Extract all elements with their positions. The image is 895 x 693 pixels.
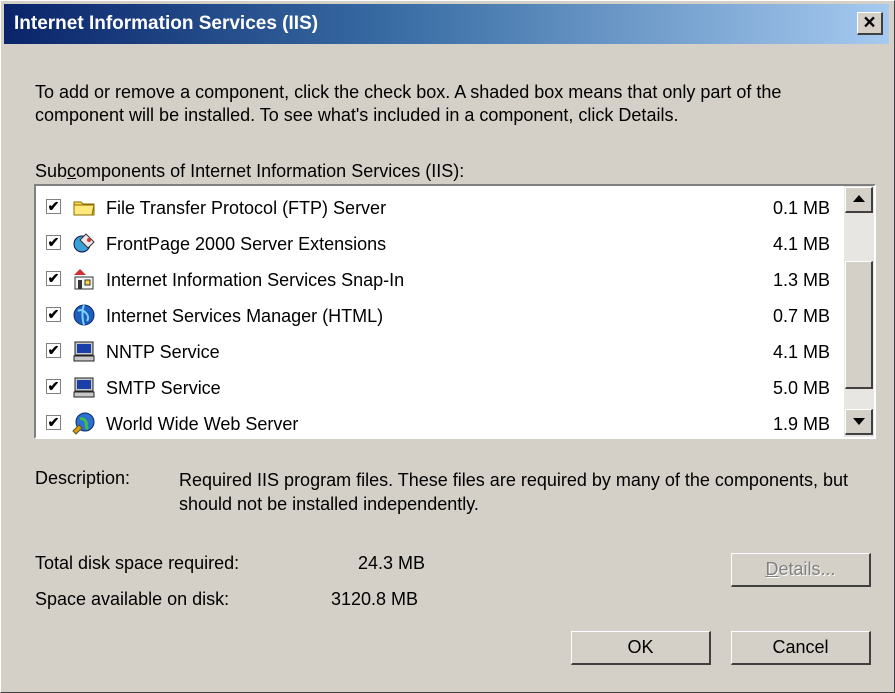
close-icon: × (863, 11, 876, 34)
total-disk-label: Total disk space required: (35, 553, 240, 573)
iis-dialog: Internet Information Services (IIS) × To… (0, 0, 895, 693)
title-bar[interactable]: Internet Information Services (IIS) × (4, 4, 889, 44)
component-checkbox[interactable]: ✔ (46, 379, 61, 394)
scroll-down-button[interactable] (845, 409, 873, 435)
component-label: FrontPage 2000 Server Extensions (106, 234, 387, 254)
frontpage-icon (72, 231, 96, 255)
snap-in-icon (72, 267, 96, 291)
close-button[interactable]: × (857, 11, 883, 35)
available-disk-value: 3120.8 MB (331, 589, 419, 609)
list-item[interactable]: ✔ World Wide Web Server 1.9 MB (36, 406, 844, 442)
component-checkbox[interactable]: ✔ (46, 307, 61, 322)
component-checkbox[interactable]: ✔ (46, 415, 61, 430)
list-item[interactable]: ✔ NNTP Service 4.1 MB (36, 334, 844, 370)
vertical-scrollbar[interactable] (844, 186, 874, 437)
globe-icon (72, 303, 96, 327)
list-item[interactable]: ✔ Internet Services Manager (HTML) 0.7 MB (36, 298, 844, 334)
arrow-down-icon (853, 418, 865, 425)
component-checkbox[interactable]: ✔ (46, 235, 61, 250)
component-label: Internet Information Services Snap-In (106, 270, 405, 290)
component-label: File Transfer Protocol (FTP) Server (106, 198, 387, 218)
total-disk-value: 24.3 MB (358, 553, 426, 573)
component-checkbox[interactable]: ✔ (46, 271, 61, 286)
component-label: NNTP Service (106, 342, 220, 362)
component-size: 4.1 MB (772, 342, 830, 362)
subcomponents-label: Subcomponents of Internet Information Se… (35, 161, 465, 181)
www-globe-icon (72, 411, 96, 435)
component-label: Internet Services Manager (HTML) (106, 306, 384, 326)
component-size: 4.1 MB (772, 234, 830, 254)
folder-icon (72, 195, 96, 219)
ok-button[interactable]: OK (571, 631, 711, 665)
scroll-thumb[interactable] (845, 261, 873, 389)
component-checkbox[interactable]: ✔ (46, 343, 61, 358)
available-disk-label: Space available on disk: (35, 589, 230, 609)
component-size: 1.9 MB (772, 414, 830, 434)
list-item[interactable]: ✔ SMTP Service 5.0 MB (36, 370, 844, 406)
scroll-up-button[interactable] (845, 187, 873, 213)
computer-icon (72, 339, 96, 363)
component-size: 0.7 MB (772, 306, 830, 326)
component-size: 5.0 MB (772, 378, 830, 398)
component-label: World Wide Web Server (106, 414, 299, 434)
component-size: 1.3 MB (772, 270, 830, 290)
arrow-up-icon (853, 195, 865, 202)
component-label: SMTP Service (106, 378, 221, 398)
components-listbox[interactable]: ✔ File Transfer Protocol (FTP) Server 0.1 … (34, 184, 876, 439)
details-button[interactable]: Details... (731, 553, 871, 587)
cancel-button[interactable]: Cancel (731, 631, 871, 665)
window-title: Internet Information Services (IIS) (14, 13, 319, 34)
instruction-text: To add or remove a component, click the … (35, 82, 782, 125)
component-size: 0.1 MB (772, 198, 830, 218)
list-item[interactable]: ✔ Internet Information Services Snap-In 1.… (36, 262, 844, 298)
description-label: Description: (35, 468, 131, 488)
component-checkbox[interactable]: ✔ (46, 199, 61, 214)
list-item[interactable]: ✔ FrontPage 2000 Server Extensions 4.1 MB (36, 226, 844, 262)
computer-icon (72, 375, 96, 399)
description-text: Required IIS program files. These files … (179, 470, 849, 514)
list-item[interactable]: ✔ File Transfer Protocol (FTP) Server 0.1 … (36, 190, 844, 226)
